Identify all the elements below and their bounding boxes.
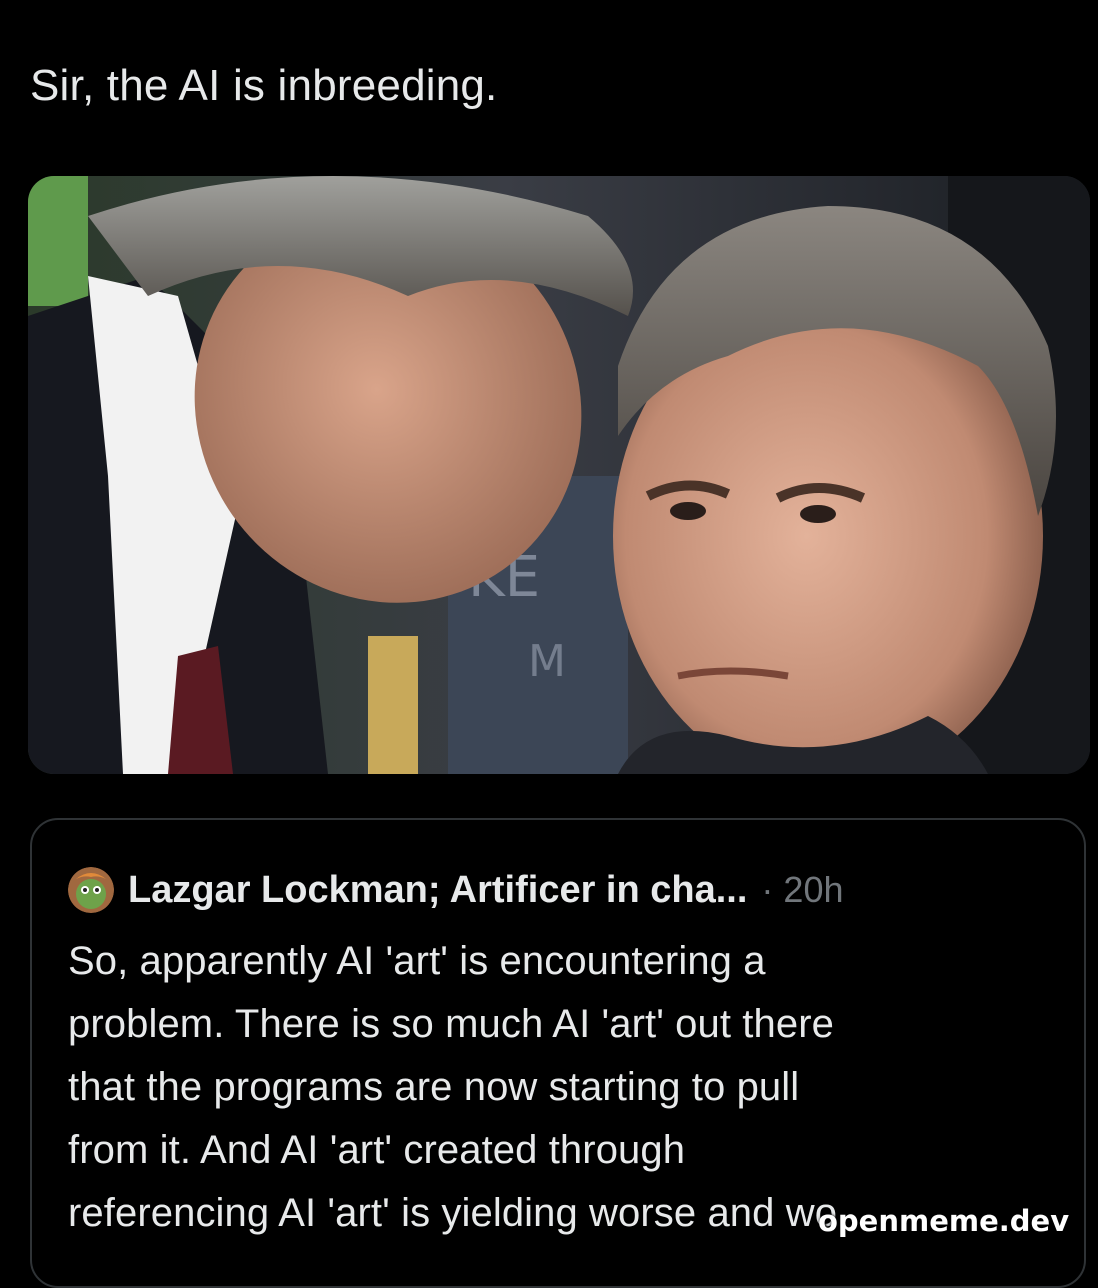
watermark: openmeme.dev	[818, 1204, 1070, 1238]
quote-line: problem. There is so much AI 'art' out t…	[68, 1002, 834, 1046]
quote-header: Lazgar Lockman; Artificer in cha... · 20…	[68, 864, 844, 916]
dot-separator: ·	[761, 869, 774, 910]
top-bar	[0, 0, 1098, 34]
post-image[interactable]: KE M	[28, 176, 1090, 774]
photo-illustration: KE M	[28, 176, 1090, 774]
quote-body: So, apparently AI 'art' is encountering …	[68, 930, 1058, 1245]
post-text: Sir, the AI is inbreeding.	[30, 61, 498, 110]
quote-line: from it. And AI 'art' created through	[68, 1128, 686, 1172]
quote-line: So, apparently AI 'art' is encountering …	[68, 939, 766, 983]
quote-line: that the programs are now starting to pu…	[68, 1065, 800, 1109]
avatar-icon	[68, 867, 114, 913]
avatar[interactable]	[68, 867, 114, 913]
photo-text-2: M	[528, 636, 566, 687]
author-name[interactable]: Lazgar Lockman; Artificer in cha...	[128, 869, 747, 912]
timestamp[interactable]: 20h	[783, 869, 843, 911]
